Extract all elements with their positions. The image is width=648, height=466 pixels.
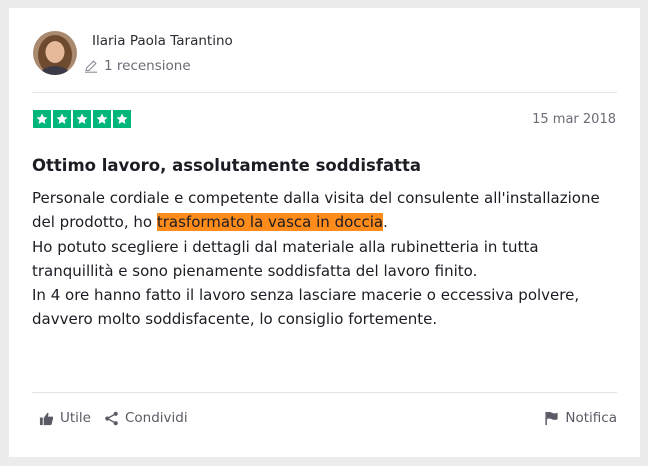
highlighted-text: trasformato la vasca in doccia	[156, 213, 384, 232]
review-count-label: 1 recensione	[104, 58, 191, 74]
star-icon	[113, 110, 131, 128]
pencil-icon	[85, 60, 97, 73]
review-line: Ho potuto scegliere i dettagli dal mater…	[32, 237, 539, 256]
review-line: del prodotto, ho trasformato la vasca in…	[32, 210, 632, 234]
review-line: Personale cordiale e competente dalla vi…	[32, 189, 600, 207]
star-icon	[73, 110, 91, 128]
review-body: Personale cordiale e competente dalla vi…	[32, 186, 632, 332]
review-date: 15 mar 2018	[532, 112, 616, 127]
share-label: Condividi	[125, 410, 188, 426]
star-icon	[53, 110, 71, 128]
flag-icon	[545, 411, 558, 425]
report-button[interactable]: Notifica	[544, 410, 617, 426]
review-title[interactable]: Ottimo lavoro, assolutamente soddisfatta	[32, 156, 421, 175]
review-text: del prodotto, ho	[32, 213, 157, 232]
review-count: 1 recensione	[84, 58, 191, 74]
report-label: Notifica	[565, 410, 617, 426]
reviewer-name[interactable]: Ilaria Paola Tarantino	[92, 33, 233, 49]
share-button[interactable]: Condividi	[104, 410, 188, 426]
review-line: davvero molto soddisfacente, lo consigli…	[32, 310, 438, 329]
share-icon	[105, 411, 118, 425]
avatar[interactable]	[33, 31, 77, 75]
divider	[32, 392, 617, 393]
thumbs-up-icon	[39, 412, 54, 425]
review-line: tranquillità e sono pienamente soddisfat…	[32, 261, 478, 280]
useful-button[interactable]: Utile	[39, 410, 91, 426]
avatar-photo	[33, 31, 77, 75]
divider	[32, 92, 617, 93]
review-card: Ilaria Paola Tarantino 1 recensione 15 m…	[9, 8, 640, 457]
useful-label: Utile	[60, 410, 91, 426]
review-text: .	[383, 213, 388, 232]
star-icon	[93, 110, 111, 128]
star-icon	[33, 110, 51, 128]
review-line: In 4 ore hanno fatto il lavoro senza las…	[32, 286, 580, 305]
star-rating	[33, 110, 131, 128]
